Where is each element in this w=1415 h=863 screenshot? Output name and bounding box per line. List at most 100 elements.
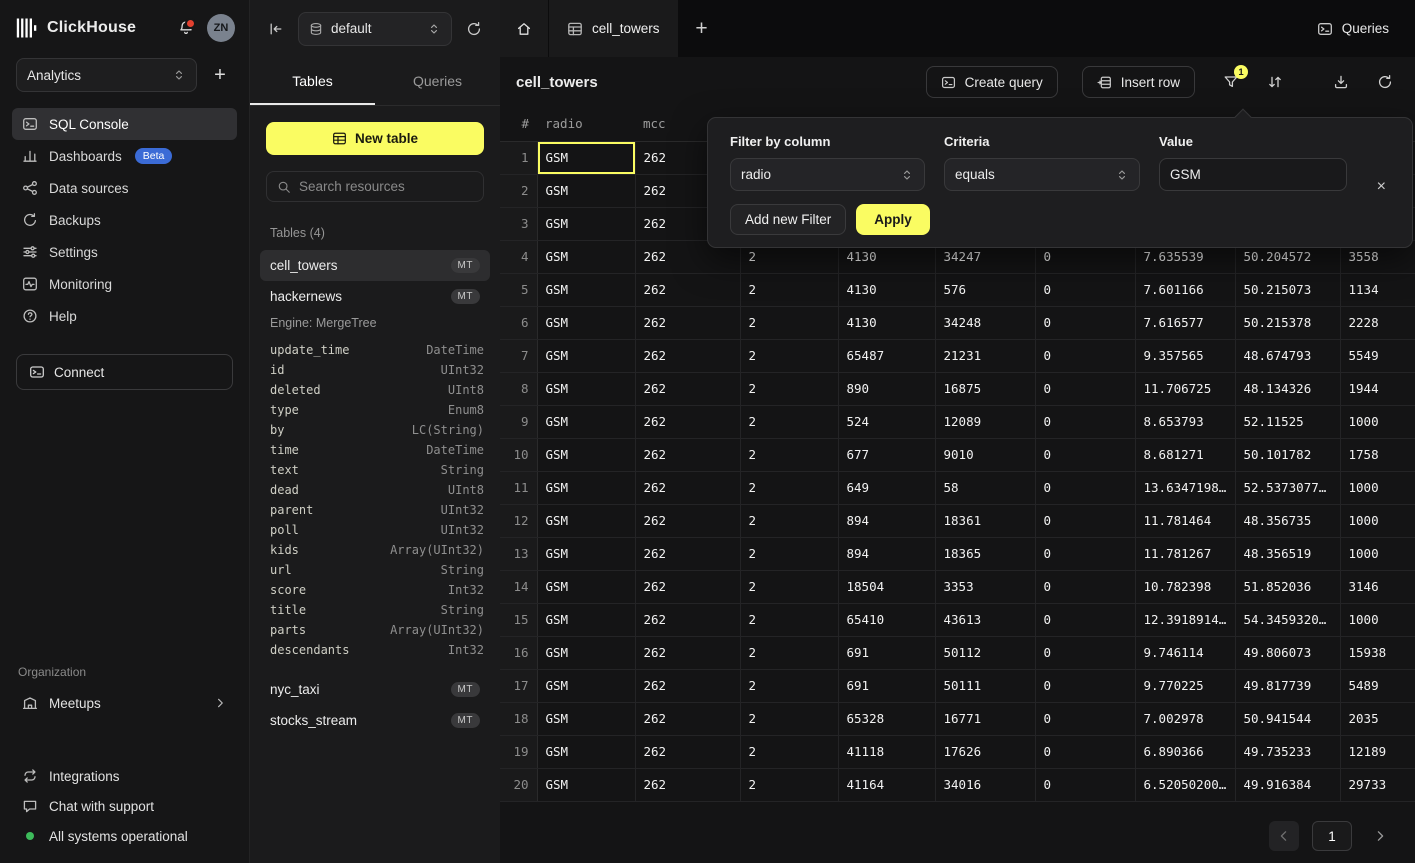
grid-cell[interactable]: GSM xyxy=(537,702,635,735)
grid-cell[interactable]: GSM xyxy=(537,273,635,306)
grid-cell[interactable]: 1000 xyxy=(1340,405,1415,438)
grid-cell[interactable]: 9.770225 xyxy=(1135,669,1235,702)
grid-cell[interactable]: 9.357565 xyxy=(1135,339,1235,372)
grid-cell[interactable]: 1758 xyxy=(1340,438,1415,471)
grid-cell[interactable]: 2 xyxy=(740,372,838,405)
workspace-select[interactable]: Analytics xyxy=(16,58,197,92)
create-query-button[interactable]: Create query xyxy=(926,66,1058,98)
tab-tables[interactable]: Tables xyxy=(250,57,375,105)
grid-cell[interactable]: GSM xyxy=(537,306,635,339)
grid-cell[interactable]: 50111 xyxy=(935,669,1035,702)
grid-cell[interactable]: 0 xyxy=(1035,768,1135,801)
filter-value-input[interactable] xyxy=(1170,167,1336,182)
grid-cell[interactable]: 2 xyxy=(740,438,838,471)
grid-cell[interactable]: 0 xyxy=(1035,702,1135,735)
sidebar-item-settings[interactable]: Settings xyxy=(12,236,237,268)
grid-cell[interactable]: GSM xyxy=(537,735,635,768)
grid-cell[interactable]: 12189 xyxy=(1340,735,1415,768)
connect-button[interactable]: Connect xyxy=(16,354,233,390)
grid-cell[interactable]: 13.6347198… xyxy=(1135,471,1235,504)
grid-cell[interactable]: 2 xyxy=(740,735,838,768)
grid-cell[interactable]: 894 xyxy=(838,537,935,570)
row-number[interactable]: 1 xyxy=(500,141,537,174)
grid-cell[interactable]: 54.3459320… xyxy=(1235,603,1340,636)
grid-cell[interactable]: 15938 xyxy=(1340,636,1415,669)
row-number[interactable]: 4 xyxy=(500,240,537,273)
grid-cell[interactable]: 8.681271 xyxy=(1135,438,1235,471)
new-table-button[interactable]: New table xyxy=(266,122,484,155)
grid-cell[interactable]: GSM xyxy=(537,405,635,438)
grid-cell[interactable]: 9010 xyxy=(935,438,1035,471)
sidebar-item-sql-console[interactable]: SQL Console xyxy=(12,108,237,140)
grid-cell[interactable]: 17626 xyxy=(935,735,1035,768)
grid-cell[interactable]: 4130 xyxy=(838,273,935,306)
grid-cell[interactable]: 0 xyxy=(1035,570,1135,603)
grid-cell[interactable]: 691 xyxy=(838,669,935,702)
grid-cell[interactable]: 16771 xyxy=(935,702,1035,735)
grid-cell[interactable]: 0 xyxy=(1035,735,1135,768)
grid-cell[interactable]: 2 xyxy=(740,570,838,603)
grid-cell[interactable]: 677 xyxy=(838,438,935,471)
grid-cell[interactable]: 0 xyxy=(1035,636,1135,669)
grid-cell[interactable]: 48.356735 xyxy=(1235,504,1340,537)
grid-cell[interactable]: GSM xyxy=(537,174,635,207)
grid-cell[interactable]: 890 xyxy=(838,372,935,405)
grid-cell[interactable]: 0 xyxy=(1035,306,1135,339)
grid-cell[interactable]: 49.817739 xyxy=(1235,669,1340,702)
remove-filter-button[interactable]: × xyxy=(1377,179,1386,195)
grid-cell[interactable]: 52.5373077… xyxy=(1235,471,1340,504)
row-number[interactable]: 7 xyxy=(500,339,537,372)
grid-cell[interactable]: 49.735233 xyxy=(1235,735,1340,768)
grid-cell[interactable]: 2 xyxy=(740,636,838,669)
grid-cell[interactable]: GSM xyxy=(537,570,635,603)
grid-cell[interactable]: 43613 xyxy=(935,603,1035,636)
grid-cell[interactable]: 1134 xyxy=(1340,273,1415,306)
grid-cell[interactable]: 524 xyxy=(838,405,935,438)
grid-cell[interactable]: 0 xyxy=(1035,339,1135,372)
grid-cell[interactable]: 65487 xyxy=(838,339,935,372)
tab-cell-towers[interactable]: cell_towers xyxy=(549,0,678,57)
row-number[interactable]: 11 xyxy=(500,471,537,504)
grid-cell[interactable]: 1000 xyxy=(1340,471,1415,504)
new-tab-button[interactable]: + xyxy=(678,0,726,57)
next-page-button[interactable] xyxy=(1365,821,1395,851)
row-number[interactable]: 3 xyxy=(500,207,537,240)
grid-cell[interactable]: 0 xyxy=(1035,438,1135,471)
grid-cell[interactable]: 5549 xyxy=(1340,339,1415,372)
grid-cell[interactable]: 576 xyxy=(935,273,1035,306)
grid-cell[interactable]: 6.52050200… xyxy=(1135,768,1235,801)
grid-cell[interactable]: 49.806073 xyxy=(1235,636,1340,669)
grid-cell[interactable]: 11.706725 xyxy=(1135,372,1235,405)
grid-cell[interactable]: 2 xyxy=(740,339,838,372)
grid-cell[interactable]: 691 xyxy=(838,636,935,669)
grid-cell[interactable]: 1000 xyxy=(1340,603,1415,636)
grid-cell[interactable]: 16875 xyxy=(935,372,1035,405)
row-number[interactable]: 17 xyxy=(500,669,537,702)
notifications-bell-icon[interactable] xyxy=(178,20,194,36)
filter-criteria-select[interactable]: equals xyxy=(944,158,1140,191)
collapse-panel-button[interactable] xyxy=(262,15,290,43)
row-number[interactable]: 10 xyxy=(500,438,537,471)
grid-cell[interactable]: GSM xyxy=(537,141,635,174)
grid-cell[interactable]: 262 xyxy=(635,702,740,735)
download-button[interactable] xyxy=(1327,68,1355,96)
grid-cell[interactable]: 4130 xyxy=(838,306,935,339)
grid-cell[interactable]: 262 xyxy=(635,570,740,603)
grid-cell[interactable]: 0 xyxy=(1035,603,1135,636)
table-item-hackernews[interactable]: hackernews MT xyxy=(260,281,490,312)
grid-cell[interactable]: 0 xyxy=(1035,669,1135,702)
grid-cell[interactable]: 2 xyxy=(740,537,838,570)
grid-cell[interactable]: 50.941544 xyxy=(1235,702,1340,735)
grid-cell[interactable]: 34016 xyxy=(935,768,1035,801)
sidebar-item-all-systems-operational[interactable]: All systems operational xyxy=(12,821,237,851)
row-number[interactable]: 12 xyxy=(500,504,537,537)
avatar[interactable]: ZN xyxy=(207,14,235,42)
grid-cell[interactable]: 262 xyxy=(635,669,740,702)
row-number[interactable]: 16 xyxy=(500,636,537,669)
filter-button[interactable]: 1 xyxy=(1217,68,1245,96)
add-service-button[interactable]: + xyxy=(207,62,233,88)
grid-cell[interactable]: 65328 xyxy=(838,702,935,735)
grid-cell[interactable]: 262 xyxy=(635,537,740,570)
grid-cell[interactable]: 7.616577 xyxy=(1135,306,1235,339)
grid-cell[interactable]: 65410 xyxy=(838,603,935,636)
